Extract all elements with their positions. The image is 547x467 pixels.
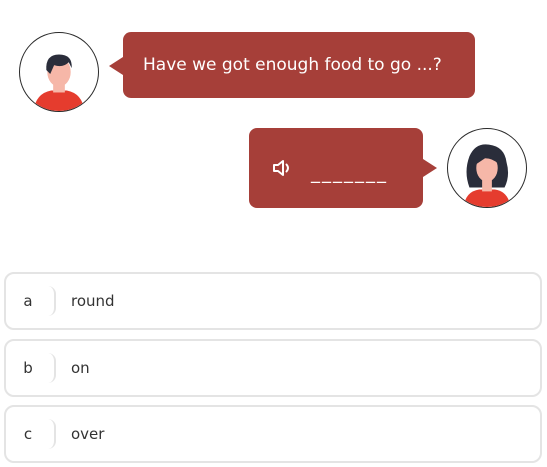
girl-avatar-icon bbox=[463, 144, 511, 207]
avatar-girl bbox=[447, 128, 527, 208]
option-text: over bbox=[71, 425, 105, 443]
option-text: round bbox=[71, 292, 115, 310]
option-c[interactable]: c over bbox=[4, 405, 542, 463]
speaker-icon[interactable] bbox=[271, 156, 295, 180]
answer-bubble: _______ bbox=[249, 128, 437, 208]
option-letter: c bbox=[6, 419, 56, 449]
option-a[interactable]: a round bbox=[4, 272, 542, 330]
question-bubble: Have we got enough food to go ...? bbox=[109, 32, 475, 98]
question-text: Have we got enough food to go ...? bbox=[143, 55, 442, 75]
option-letter: b bbox=[6, 353, 56, 383]
answer-blank: _______ bbox=[311, 162, 388, 184]
option-b[interactable]: b on bbox=[4, 339, 542, 397]
avatar-boy bbox=[19, 32, 99, 112]
boy-avatar-icon bbox=[33, 54, 85, 111]
option-text: on bbox=[71, 359, 90, 377]
option-letter: a bbox=[6, 286, 56, 316]
